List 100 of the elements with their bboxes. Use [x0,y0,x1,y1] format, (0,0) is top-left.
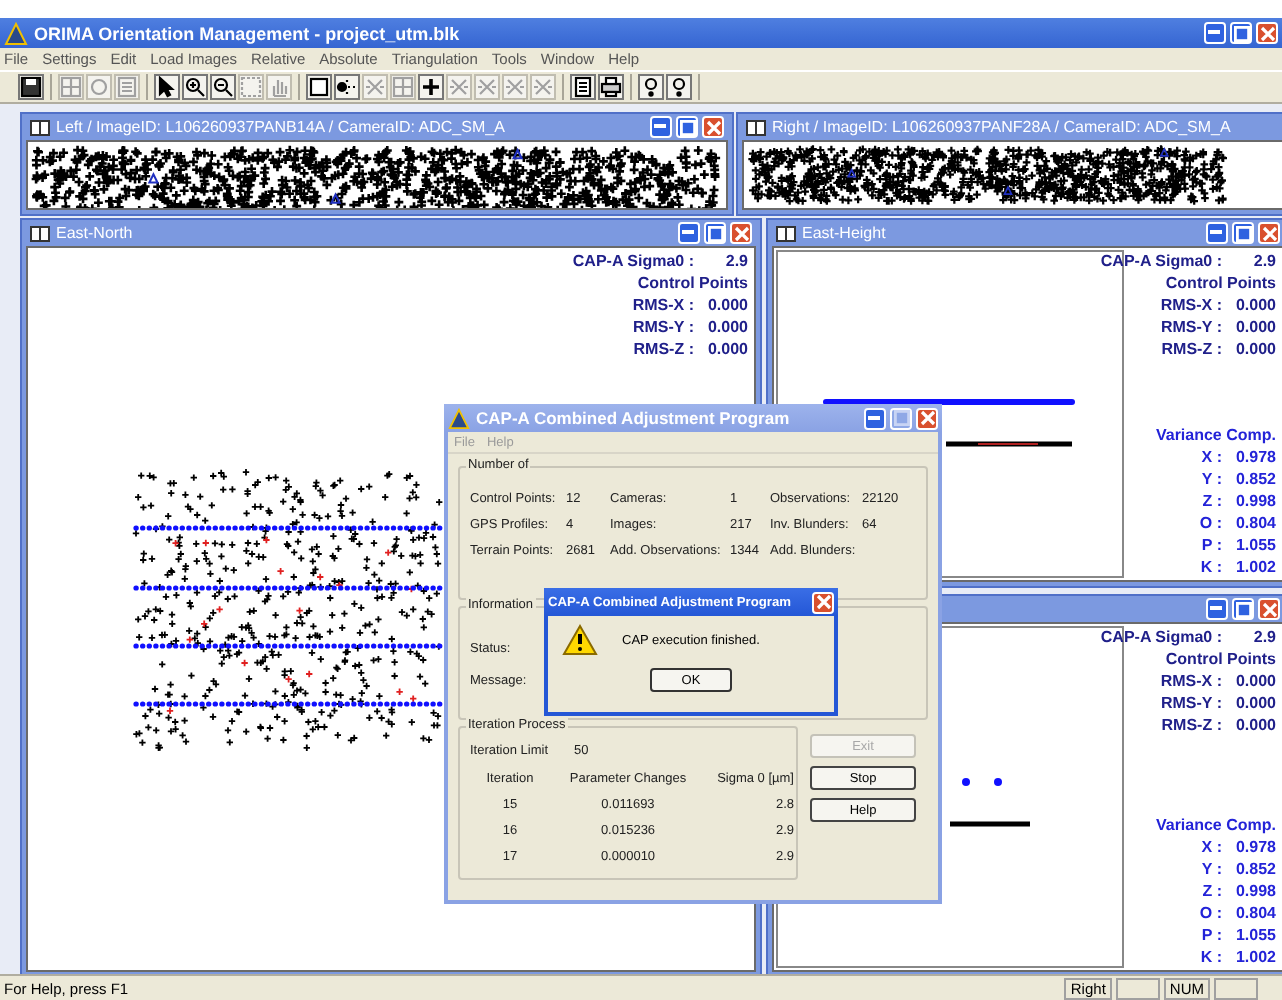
dots-icon [336,76,358,98]
variance-label: Y : [1201,470,1222,488]
plus-icon [420,76,442,98]
close-button[interactable] [1258,222,1280,244]
close-icon [919,410,935,426]
minimize-button[interactable] [1206,598,1228,620]
toolbar-button[interactable] [182,74,208,100]
zoom-in-icon [184,76,206,98]
variance-value: 0.852 [1233,860,1276,878]
cross-icon [476,76,498,98]
app-logo-icon [4,21,28,45]
maximize-icon [1235,601,1251,617]
sigma-value: 2.9 [1251,628,1276,646]
variance-label: X : [1201,448,1222,466]
minimize-icon [1210,230,1224,236]
window-title: Right / ImageID: L106260937PANF28A / CameraID: ADC_SM_A [772,118,1231,136]
minimize-button[interactable] [650,116,672,138]
window-title: CAP-A Combined Adjustment Program [476,408,790,428]
variance-label: P : [1201,926,1222,944]
close-button[interactable] [1258,598,1280,620]
close-icon [815,594,831,610]
close-button[interactable] [730,222,752,244]
close-button[interactable] [1256,22,1278,44]
toolbar-button[interactable] [154,74,180,100]
minimize-icon [654,124,668,130]
toolbar-button[interactable] [18,74,44,100]
rms-value: 0.000 [705,296,748,314]
page-icon [572,76,594,98]
variance-label: X : [1201,838,1222,856]
window-icon [746,119,766,135]
cross-icon [364,76,386,98]
close-icon [1261,225,1277,241]
toolbar-button[interactable] [334,74,360,100]
window-title: East-North [56,224,133,242]
toolbar-button[interactable] [570,74,596,100]
square-icon [308,76,330,98]
status-panel [1115,977,1160,999]
rms-value: 0.000 [705,318,748,336]
variance-label: Z : [1202,492,1222,510]
toolbar-button[interactable] [210,74,236,100]
variance-label: P : [1201,536,1222,554]
maximize-icon [707,225,723,241]
toolbar-button[interactable] [418,74,444,100]
grid-icon [60,76,82,98]
minimize-button[interactable] [678,222,700,244]
window-title: ORIMA Orientation Management - project_utm.blk [34,23,460,43]
maximize-icon [893,410,909,426]
minimize-icon [868,415,882,421]
window-icon [30,225,50,241]
sigma-value: 2.9 [723,252,748,270]
variance-value: 1.055 [1233,926,1276,944]
variance-label: K : [1200,558,1222,576]
variance-heading: Variance Comp. [1155,816,1276,834]
variance-label: Y : [1201,860,1222,878]
variance-label: K : [1200,948,1222,966]
stats-heading: Control Points [637,274,748,292]
close-button[interactable] [916,407,938,429]
maximize-icon [1233,25,1249,41]
maximize-icon [679,119,695,135]
stats-heading: Control Points [1165,274,1276,292]
variance-value: 0.804 [1233,514,1276,532]
profile-points-drawing [950,776,1034,828]
toolbar-button[interactable] [598,74,624,100]
close-icon [733,225,749,241]
variance-value: 1.002 [1233,948,1276,966]
toolbar-button[interactable] [306,74,332,100]
rms-label: RMS-Z : [633,340,694,358]
window-icon [776,225,796,241]
rms-label: RMS-X : [1160,672,1222,690]
sigma-label: CAP-A Sigma0 : [1100,252,1222,270]
minimize-icon [1210,606,1224,612]
variance-value: 0.978 [1233,838,1276,856]
rms-label: RMS-Z : [1161,340,1222,358]
variance-heading: Variance Comp. [1155,426,1276,444]
rms-label: RMS-Y : [1160,318,1222,336]
printer-icon [600,76,622,98]
variance-value: 0.804 [1233,904,1276,922]
minimize-icon [1208,30,1222,36]
variance-value: 0.998 [1233,882,1276,900]
rms-label: RMS-X : [632,296,694,314]
variance-label: O : [1199,904,1222,922]
rms-label: RMS-X : [1160,296,1222,314]
frame-icon [240,76,262,98]
minimize-button[interactable] [1206,222,1228,244]
variance-label: O : [1199,514,1222,532]
rms-value: 0.000 [1233,694,1276,712]
rms-value: 0.000 [1233,318,1276,336]
rms-value: 0.000 [1233,716,1276,734]
rms-value: 0.000 [1233,296,1276,314]
warning-icon [562,624,598,656]
close-button[interactable] [812,591,834,613]
minimize-button[interactable] [864,407,886,429]
rms-label: RMS-Z : [1161,716,1222,734]
close-button[interactable] [702,116,724,138]
status-panel [1214,977,1258,999]
minimize-button[interactable] [1204,22,1226,44]
circle-icon [88,76,110,98]
app-logo-icon [448,407,470,429]
window-icon [30,119,50,135]
minimize-icon [682,230,696,236]
